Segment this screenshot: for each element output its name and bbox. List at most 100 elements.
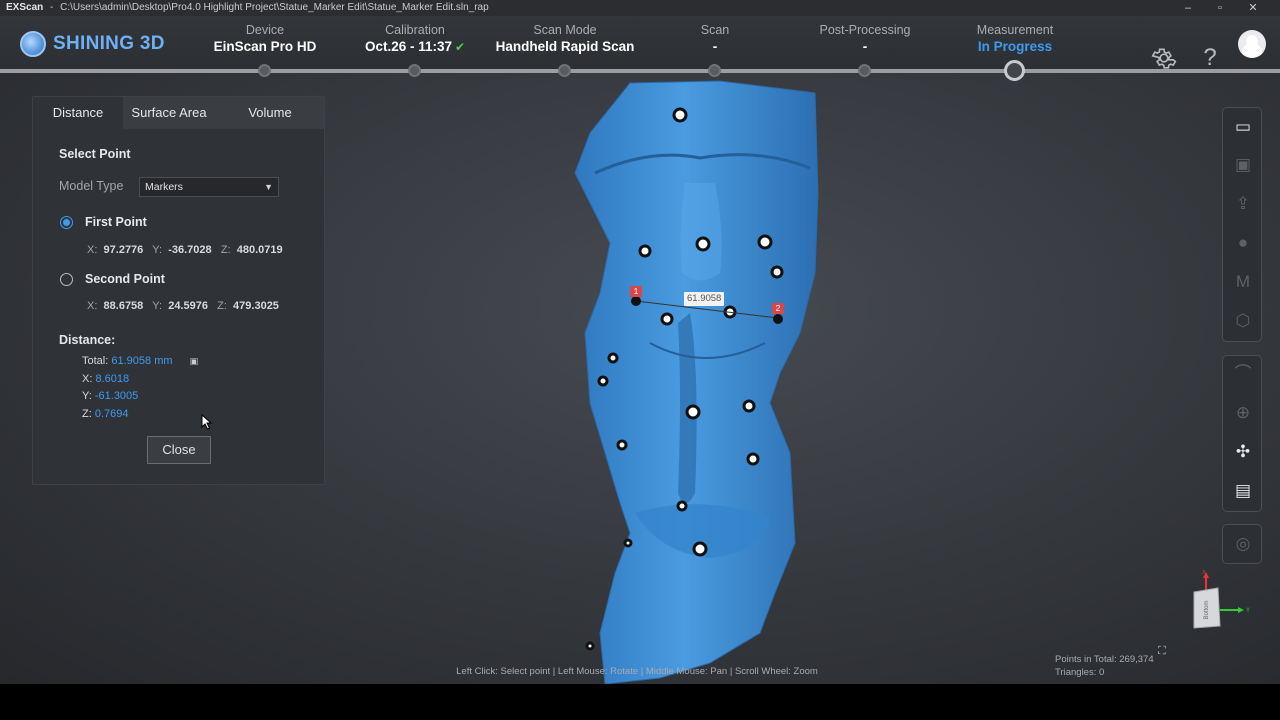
project-path: C:\Users\admin\Desktop\Pro4.0 Highlight … xyxy=(60,2,489,13)
second-point-label: Second Point xyxy=(85,272,165,286)
step-value: In Progress xyxy=(977,39,1053,54)
save-icon[interactable]: ▣ xyxy=(1228,150,1258,180)
points-total: Points in Total: 269,374 xyxy=(1055,653,1154,666)
avatar[interactable] xyxy=(1238,30,1266,58)
first-z-value: 480.0719 xyxy=(236,244,283,256)
step-label: Post-Processing xyxy=(819,23,911,37)
minimize-button[interactable]: ‒ xyxy=(1173,0,1203,16)
step-label: Scan Mode xyxy=(533,23,597,37)
distance-y: Y: -61.3005 xyxy=(82,390,138,402)
total-unit: mm xyxy=(154,355,173,367)
dy-label: Y: xyxy=(82,390,92,402)
step-scan[interactable]: Scan - xyxy=(630,22,800,56)
chevron-down-icon: ▼ xyxy=(264,182,273,192)
step-scan-mode[interactable]: Scan Mode Handheld Rapid Scan xyxy=(480,22,650,56)
step-label: Measurement xyxy=(976,23,1054,37)
step-measurement[interactable]: Measurement In Progress xyxy=(930,22,1100,56)
second-z-value: 479.3025 xyxy=(233,300,279,312)
progress-node-device[interactable] xyxy=(258,64,271,77)
coord-label: Z: xyxy=(217,300,227,312)
first-point-label: First Point xyxy=(85,215,147,229)
points-label: Points in Total: xyxy=(1055,654,1117,665)
logo-text: SHINING 3D xyxy=(53,33,165,54)
axis-x-label: X xyxy=(1202,570,1206,576)
distance-x: X: 8.6018 xyxy=(82,373,129,385)
progress-node-calibration[interactable] xyxy=(408,64,421,77)
mouse-cursor-icon xyxy=(201,414,213,430)
dz-value: 0.7694 xyxy=(94,408,129,420)
close-button[interactable]: Close xyxy=(147,436,211,464)
step-label: Scan xyxy=(700,23,730,37)
measurement-panel: Distance Surface Area Volume Select Poin… xyxy=(32,96,325,485)
dz-label: Z: xyxy=(82,408,92,420)
second-x-value: 88.6758 xyxy=(103,300,144,312)
target-icon[interactable]: ⊕ xyxy=(1228,398,1258,428)
markers-icon[interactable]: ✣ xyxy=(1228,437,1258,467)
tab-surface-area[interactable]: Surface Area xyxy=(123,97,215,129)
coord-label: X: xyxy=(87,244,98,256)
step-label: Calibration xyxy=(385,23,445,37)
step-value: - xyxy=(712,39,718,54)
model-type-value: Markers xyxy=(145,181,183,193)
coord-label: Z: xyxy=(220,244,231,256)
logo-globe-icon xyxy=(20,31,46,57)
workflow-header: SHINING 3D Device EinScan Pro HD Calibra… xyxy=(0,16,1280,72)
export-icon[interactable]: ⇪ xyxy=(1228,189,1258,219)
copy-icon[interactable]: ▣ xyxy=(190,356,199,366)
step-device[interactable]: Device EinScan Pro HD xyxy=(180,22,350,56)
exscan-window: EXScan - C:\Users\admin\Desktop\Pro4.0 H… xyxy=(0,0,1280,684)
step-value: Oct.26 - 11:37 ✔ xyxy=(330,38,500,56)
tab-volume[interactable]: Volume xyxy=(215,97,325,129)
texture-icon[interactable]: ● xyxy=(1228,228,1258,258)
progress-node-post-processing[interactable] xyxy=(858,64,871,77)
first-x-value: 97.2776 xyxy=(103,244,144,256)
close-window-button[interactable]: ✕ xyxy=(1238,0,1268,16)
tab-distance[interactable]: Distance xyxy=(33,97,123,129)
mesh-icon[interactable]: M xyxy=(1228,267,1258,297)
dx-value: 8.6018 xyxy=(95,373,130,385)
help-icon[interactable]: ? xyxy=(1196,44,1224,72)
second-point-radio[interactable] xyxy=(60,273,73,286)
step-value: EinScan Pro HD xyxy=(213,39,317,54)
folder-icon[interactable]: ▭ xyxy=(1228,112,1258,142)
cube-icon[interactable]: ⬡ xyxy=(1228,306,1258,336)
step-post-processing[interactable]: Post-Processing - xyxy=(780,22,950,56)
orientation-gizmo[interactable]: X Y Bottom xyxy=(1190,570,1250,632)
point-1-marker: 1 xyxy=(630,286,642,297)
box-measure-icon[interactable]: ▤ xyxy=(1228,476,1258,506)
second-y-value: 24.5976 xyxy=(168,300,208,312)
step-calibration[interactable]: Calibration Oct.26 - 11:37 ✔ xyxy=(330,22,500,56)
calibration-date: Oct.26 - 11:37 xyxy=(364,39,452,54)
distance-z: Z: 0.7694 xyxy=(82,408,129,420)
view-toolbar: ◎ xyxy=(1222,524,1262,564)
hide-icon[interactable]: ◎ xyxy=(1228,529,1258,559)
scanned-statue-model[interactable] xyxy=(560,73,840,684)
step-value: - xyxy=(862,39,868,54)
step-label: Device xyxy=(245,23,285,37)
distance-title: Distance: xyxy=(59,333,116,347)
points-value: 269,374 xyxy=(1119,654,1154,665)
measure-icon[interactable]: ⌒ xyxy=(1228,359,1258,389)
restore-button[interactable]: ▫ xyxy=(1205,0,1235,16)
total-value: 61.9058 xyxy=(111,355,152,367)
model-type-select[interactable]: Markers ▼ xyxy=(139,177,279,197)
axis-y-label: Y xyxy=(1246,608,1250,614)
total-label: Total: xyxy=(82,355,109,367)
app-name: EXScan xyxy=(6,2,44,13)
logo: SHINING 3D xyxy=(20,31,165,57)
progress-node-measurement[interactable] xyxy=(1004,60,1025,81)
triangles-total: Triangles: 0 xyxy=(1055,666,1154,679)
model-type-label: Model Type xyxy=(59,179,124,193)
model-stats: Points in Total: 269,374 Triangles: 0 xyxy=(1055,653,1154,679)
triangles-value: 0 xyxy=(1099,667,1105,678)
check-icon: ✔ xyxy=(455,40,466,54)
point-2-marker: 2 xyxy=(772,303,784,314)
first-point-radio[interactable] xyxy=(60,216,73,229)
coord-label: Y: xyxy=(152,244,163,256)
measure-toolbar: ⌒ ⊕ ✣ ▤ xyxy=(1222,355,1262,512)
gear-icon[interactable] xyxy=(1150,44,1178,72)
distance-total: Total: 61.9058 mm ▣ xyxy=(82,355,198,367)
triangles-label: Triangles: xyxy=(1055,667,1097,678)
second-point-coords: X: 88.6758 Y: 24.5976 Z: 479.3025 xyxy=(87,300,279,312)
fit-view-icon[interactable]: ⛶ xyxy=(1158,645,1174,657)
